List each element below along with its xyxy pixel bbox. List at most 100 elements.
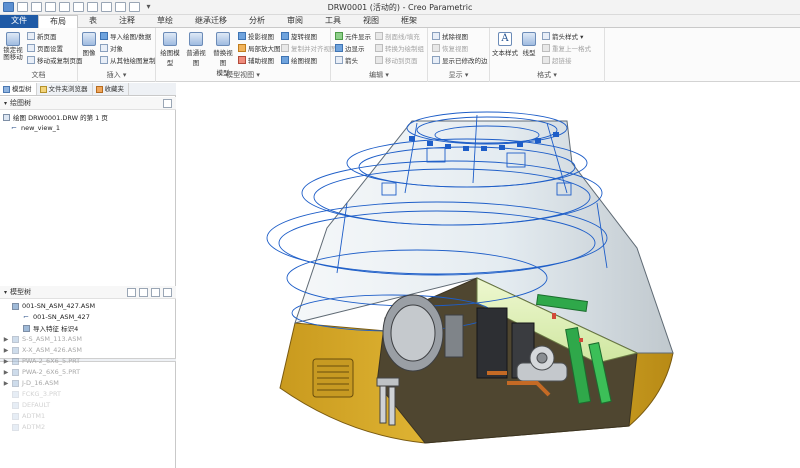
graphics-canvas[interactable] (177, 83, 800, 468)
move-copy-page-icon (27, 56, 35, 64)
window-title: DRW0001 (活动的) - Creo Parametric (327, 3, 473, 12)
line-style-button[interactable]: 线型 (520, 32, 538, 57)
line-style-label: 线型 (522, 49, 536, 57)
show-modified-edges-button[interactable]: 显示已修改的边 (432, 55, 488, 65)
new-sheet-button[interactable]: 新页面 (27, 31, 57, 41)
group-display: 拭除视图 恢复视图 显示已修改的边 显示 ▾ (428, 28, 490, 82)
collapse-icon[interactable]: ▾ (4, 289, 7, 296)
model-tree-item[interactable]: ADTM2 (0, 422, 176, 432)
settings-icon[interactable] (139, 288, 148, 297)
component-display-label: 元件显示 (345, 33, 371, 41)
resume-view-icon (432, 44, 440, 52)
arrow-button[interactable]: 箭头 (335, 55, 358, 65)
page-setup-label: 页面设置 (37, 45, 63, 53)
component-display-button[interactable]: 元件显示 (335, 31, 371, 41)
image-button[interactable]: 图像 (81, 32, 97, 57)
drawing-view-button[interactable]: 绘图视图 (281, 55, 317, 65)
tab-analysis[interactable]: 分析 (238, 15, 276, 28)
model-tree-item[interactable]: ▶ X-X_ASM_426.ASM (0, 345, 176, 355)
import-drawing-button[interactable]: 导入绘图/数据 (100, 31, 151, 41)
expand-arrow-icon[interactable]: ▶ (3, 347, 9, 354)
auxiliary-view-button[interactable]: 辅助视图 (238, 55, 274, 65)
vent-grille (312, 358, 354, 398)
page-setup-button[interactable]: 页面设置 (27, 43, 63, 53)
lock-view-move-button[interactable]: 锁定视图移动 (2, 32, 24, 61)
expand-arrow-icon[interactable]: ▶ (3, 358, 9, 365)
image-icon (82, 32, 96, 46)
tab-annotate[interactable]: 注释 (108, 15, 146, 28)
hyperlink-button[interactable]: 超链接 (542, 55, 572, 65)
part-icon (12, 401, 19, 409)
arrow-icon (335, 56, 343, 64)
show-icon[interactable] (151, 288, 160, 297)
repeat-format-button[interactable]: 重复上一格式 (542, 43, 591, 53)
drawing-model-label: 绘图模型 (160, 49, 180, 67)
text-style-icon: A (498, 32, 512, 46)
tab-favorites[interactable]: 收藏夹 (93, 83, 129, 95)
replace-view-label: 替换视图 (213, 49, 233, 67)
tree-item-sheet[interactable]: 绘图 DRW0001.DRW 的第 1 页 (0, 112, 176, 122)
ribbon-tabs: 文件 布局 表 注释 草绘 继承迁移 分析 审阅 工具 视图 框架 (0, 15, 800, 28)
move-copy-page-button[interactable]: 移动或复制页面 (27, 55, 83, 65)
model-tree-item[interactable]: ADTM1 (0, 411, 176, 421)
drawing-view-label: 绘图视图 (291, 57, 317, 65)
tab-model-tree[interactable]: 模型树 (0, 83, 37, 95)
arrow-style-button[interactable]: 箭头样式 ▾ (542, 31, 583, 41)
edge-display-button[interactable]: 边显示 (335, 43, 365, 53)
expand-icon[interactable] (163, 288, 172, 297)
tab-view[interactable]: 视图 (352, 15, 390, 28)
revolved-view-button[interactable]: 旋转视图 (281, 31, 317, 41)
tab-sketch[interactable]: 草绘 (146, 15, 184, 28)
tab-legacy-migration[interactable]: 继承迁移 (184, 15, 238, 28)
object-button[interactable]: 对象 (100, 43, 123, 53)
tab-folder-browser-label: 文件夹浏览器 (48, 85, 88, 93)
resume-view-label: 恢复视图 (442, 45, 468, 53)
model-tree-item[interactable]: ▶ PWA-2_6X6_5.PRT (0, 356, 176, 366)
edge-display-icon (335, 44, 343, 52)
tree-item-view[interactable]: ⌐ new_view_1 (0, 123, 176, 133)
drawing-tree-settings-icon[interactable] (163, 99, 172, 108)
model-tree-item[interactable]: FCKG_3.PRT (0, 389, 176, 399)
drawing-tree-header[interactable]: ▾ 绘图树 (0, 97, 176, 110)
arrow-label: 箭头 (345, 57, 358, 65)
convert-draft-group-button[interactable]: 转换为绘制组 (375, 43, 424, 53)
move-to-sheet-button[interactable]: 移动到页面 (375, 55, 418, 65)
tab-review[interactable]: 审阅 (276, 15, 314, 28)
tab-folder-browser[interactable]: 文件夹浏览器 (37, 83, 93, 95)
expand-arrow-icon[interactable]: ▶ (3, 336, 9, 343)
model-tree-item[interactable]: 导入特征 标识4 (0, 323, 176, 333)
convert-draft-group-label: 转换为绘制组 (385, 45, 424, 53)
model-tree-item[interactable]: ▶ S-S_ASM_113.ASM (0, 334, 176, 344)
copy-from-drawing-button[interactable]: 从其他绘图复制 (100, 55, 156, 65)
detail-view-button[interactable]: 局部放大图 (238, 43, 281, 53)
copy-align-view-button[interactable]: 复制并对齐视图 (281, 43, 337, 53)
part-icon (23, 324, 30, 332)
tab-tools[interactable]: 工具 (314, 15, 352, 28)
tab-file[interactable]: 文件 (0, 15, 38, 28)
part-icon (12, 346, 19, 354)
dark-block-1 (476, 307, 508, 379)
drawing-model-button[interactable]: 绘图模型 (158, 32, 182, 67)
filter-icon[interactable] (127, 288, 136, 297)
model-tree-item[interactable]: 001-SN_ASM_427.ASM (0, 301, 176, 311)
tab-table[interactable]: 表 (78, 15, 108, 28)
group-document: 锁定视图移动 新页面 页面设置 移动或复制页面 文档 (0, 28, 83, 82)
erase-view-button[interactable]: 拭除视图 (432, 31, 468, 41)
repeat-format-icon (542, 44, 550, 52)
model-tree-item[interactable]: ⌐ 001-SN_ASM_427 (0, 312, 176, 322)
view-icon: ⌐ (11, 123, 17, 132)
hatching-button[interactable]: 剖面线/填充 (375, 31, 420, 41)
tab-layout[interactable]: 布局 (38, 15, 78, 28)
collapse-icon[interactable]: ▾ (4, 100, 7, 107)
move-to-sheet-label: 移动到页面 (385, 57, 418, 65)
general-view-button[interactable]: 普通视图 (184, 32, 208, 67)
projection-view-button[interactable]: 投影视图 (238, 31, 274, 41)
erase-view-icon (432, 32, 440, 40)
model-tree-header[interactable]: ▾ 模型树 (0, 286, 176, 299)
model-tree-title: 模型树 (10, 288, 32, 296)
tab-frame[interactable]: 框架 (390, 15, 428, 28)
resume-view-button[interactable]: 恢复视图 (432, 43, 468, 53)
model-tree-item[interactable]: DEFAULT (0, 400, 176, 410)
lock-view-move-label: 锁定视图移动 (3, 46, 23, 61)
text-style-button[interactable]: A 文本样式 (492, 32, 518, 57)
